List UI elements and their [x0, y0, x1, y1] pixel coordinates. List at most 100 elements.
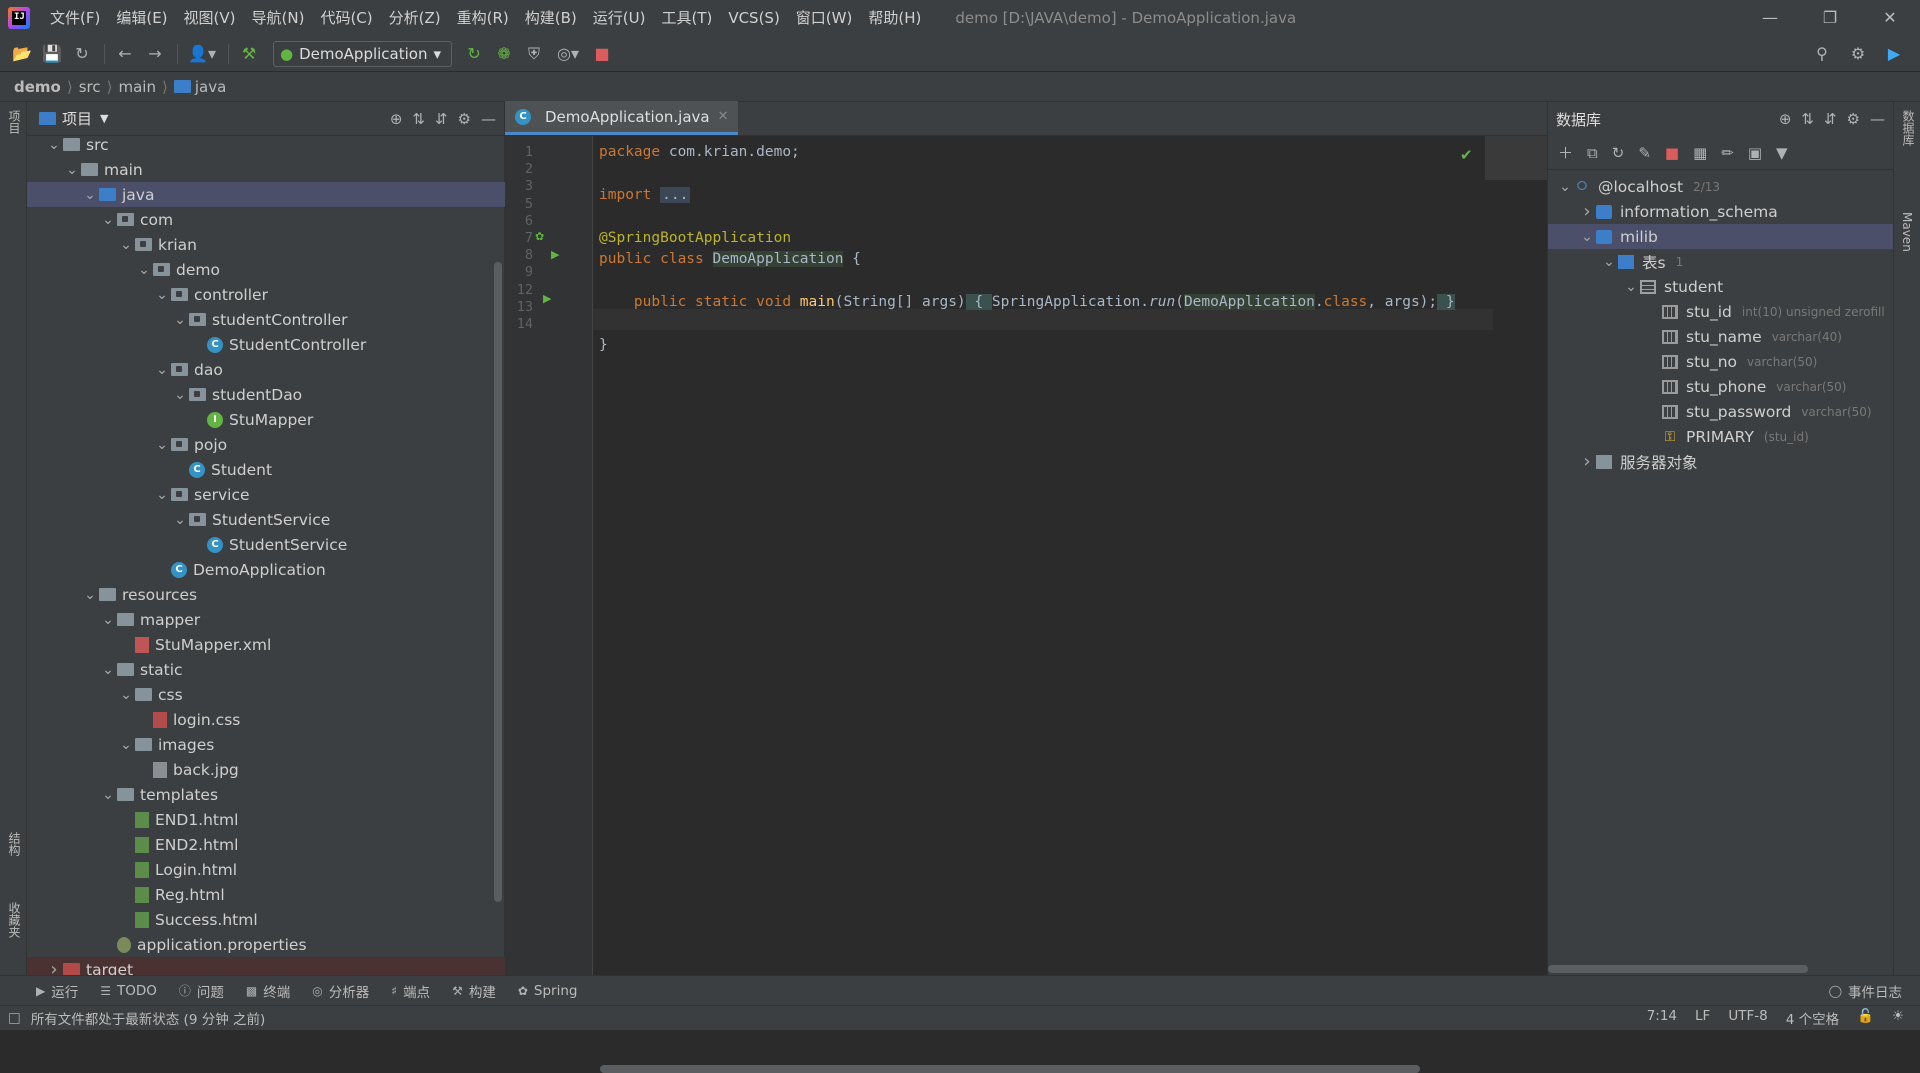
tree-node[interactable]: END2.html: [27, 832, 505, 857]
build-hammer-icon[interactable]: ⚒: [235, 40, 263, 68]
chevron-down-icon[interactable]: ⌄: [117, 687, 135, 703]
breadcrumb-item-src[interactable]: src: [79, 78, 101, 96]
chevron-down-icon[interactable]: ⌄: [1600, 254, 1618, 270]
profiler-icon[interactable]: ◎▾: [550, 40, 586, 68]
menu-item[interactable]: 导航(N): [244, 0, 313, 36]
favorites-tool-tab[interactable]: 收藏夹: [6, 902, 23, 938]
chevron-right-icon[interactable]: ›: [1578, 451, 1596, 472]
chevron-down-icon[interactable]: ▼: [100, 112, 108, 125]
tree-node[interactable]: ⌄ pojo: [27, 432, 505, 457]
chevron-down-icon[interactable]: ⌄: [63, 162, 81, 178]
settings-gear-icon[interactable]: ⚙: [1847, 110, 1860, 128]
tree-node[interactable]: ⌄ com: [27, 207, 505, 232]
chevron-down-icon[interactable]: ⌄: [171, 312, 189, 328]
spring-tool-tab[interactable]: ✿ Spring: [518, 983, 578, 999]
tree-node[interactable]: C StudentController: [27, 332, 505, 357]
menu-item[interactable]: 代码(C): [312, 0, 380, 36]
db-tree-node[interactable]: stu_no varchar(50): [1548, 349, 1893, 374]
code-minimap[interactable]: [1485, 136, 1547, 180]
chevron-down-icon[interactable]: ⌄: [153, 487, 171, 503]
close-button[interactable]: ✕: [1860, 0, 1920, 36]
edit-icon[interactable]: ✏: [1721, 144, 1734, 162]
tree-node[interactable]: ⌄ StudentService: [27, 507, 505, 532]
caret-position[interactable]: 7:14: [1647, 1008, 1677, 1028]
debug-bug-icon[interactable]: ❁: [490, 40, 518, 68]
tree-node[interactable]: ⌄ controller: [27, 282, 505, 307]
build-tool-tab[interactable]: ⚒ 构建: [452, 981, 496, 1001]
tree-node[interactable]: login.css: [27, 707, 505, 732]
tree-node[interactable]: ⌄ static: [27, 657, 505, 682]
tree-node[interactable]: C DemoApplication: [27, 557, 505, 582]
back-arrow-icon[interactable]: ←: [111, 40, 139, 68]
chevron-down-icon[interactable]: ⌄: [99, 787, 117, 803]
menu-item[interactable]: 运行(U): [585, 0, 654, 36]
vertical-scrollbar[interactable]: [494, 262, 502, 902]
tree-node[interactable]: back.jpg: [27, 757, 505, 782]
stop-icon[interactable]: ■: [1665, 144, 1679, 162]
maven-tool-tab[interactable]: Maven: [1900, 212, 1914, 252]
stop-icon[interactable]: ■: [588, 40, 616, 68]
db-tree-node[interactable]: › information_schema: [1548, 199, 1893, 224]
menu-item[interactable]: 文件(F): [42, 0, 108, 36]
horizontal-scrollbar[interactable]: [600, 1065, 1420, 1073]
chevron-down-icon[interactable]: ⌄: [117, 237, 135, 253]
chevron-down-icon[interactable]: ⌄: [81, 187, 99, 203]
menu-item[interactable]: 帮助(H): [860, 0, 929, 36]
toolbox-icon[interactable]: ▶: [1880, 40, 1908, 68]
menu-item[interactable]: 窗口(W): [788, 0, 861, 36]
tree-node[interactable]: ⌄ studentController: [27, 307, 505, 332]
breadcrumb-item-java[interactable]: java: [195, 78, 226, 96]
db-tree-node[interactable]: stu_name varchar(40): [1548, 324, 1893, 349]
chevron-down-icon[interactable]: ⌄: [1578, 229, 1596, 245]
breadcrumb-item-demo[interactable]: demo: [14, 78, 61, 96]
indent-setting[interactable]: 4 个空格: [1786, 1008, 1839, 1028]
collapse-all-icon[interactable]: ⇵: [1824, 110, 1837, 128]
tree-node[interactable]: ⌄ mapper: [27, 607, 505, 632]
db-tree-node[interactable]: ⌄ milib: [1548, 224, 1893, 249]
expand-all-icon[interactable]: ⇅: [412, 110, 425, 128]
db-tree-node[interactable]: stu_id int(10) unsigned zerofill: [1548, 299, 1893, 324]
open-folder-icon[interactable]: 📂: [8, 40, 36, 68]
sync-icon[interactable]: ↻: [68, 40, 96, 68]
menu-item[interactable]: 重构(R): [449, 0, 517, 36]
event-log-tool-tab[interactable]: ◯ 事件日志: [1829, 981, 1902, 1001]
tree-node[interactable]: ⌄ templates: [27, 782, 505, 807]
coverage-icon[interactable]: ⛨: [520, 40, 548, 68]
tree-node[interactable]: ⌄ images: [27, 732, 505, 757]
tree-node[interactable]: ⌄ service: [27, 482, 505, 507]
profiler-tool-tab[interactable]: ◎ 分析器: [312, 981, 369, 1001]
tree-node[interactable]: Reg.html: [27, 882, 505, 907]
locate-icon[interactable]: ⊕: [390, 110, 403, 128]
no-problems-check-icon[interactable]: ✔: [1460, 146, 1473, 164]
hide-panel-icon[interactable]: —: [1870, 110, 1885, 128]
rerun-icon[interactable]: ↻: [460, 40, 488, 68]
chevron-down-icon[interactable]: ⌄: [171, 387, 189, 403]
chevron-down-icon[interactable]: ⌄: [135, 262, 153, 278]
expand-all-icon[interactable]: ⇅: [1801, 110, 1814, 128]
user-icon[interactable]: 👤▾: [184, 40, 220, 68]
tree-node[interactable]: ⌄ css: [27, 682, 505, 707]
structure-tool-tab[interactable]: 结构: [6, 832, 23, 856]
todo-tool-tab[interactable]: ☰ TODO: [100, 983, 157, 999]
tree-node[interactable]: C Student: [27, 457, 505, 482]
tree-node[interactable]: ⌄ studentDao: [27, 382, 505, 407]
chevron-down-icon[interactable]: ⌄: [99, 662, 117, 678]
hide-panel-icon[interactable]: —: [481, 110, 496, 128]
tree-node[interactable]: ⌄ java: [27, 182, 505, 207]
tree-node[interactable]: ⌄ dao: [27, 357, 505, 382]
refresh-icon[interactable]: ↻: [1612, 144, 1625, 162]
chevron-right-icon[interactable]: ›: [1578, 201, 1596, 222]
chevron-down-icon[interactable]: ⌄: [81, 587, 99, 603]
run-tool-tab[interactable]: ▶ 运行: [36, 981, 78, 1001]
line-separator[interactable]: LF: [1695, 1008, 1710, 1028]
query-console-icon[interactable]: ▣: [1748, 144, 1762, 162]
file-encoding[interactable]: UTF-8: [1728, 1008, 1767, 1028]
problems-tool-tab[interactable]: ⓘ 问题: [179, 981, 224, 1001]
tree-node[interactable]: Login.html: [27, 857, 505, 882]
tree-node[interactable]: END1.html: [27, 807, 505, 832]
db-tree-node[interactable]: ⌄ 表s 1: [1548, 249, 1893, 274]
menu-item[interactable]: 编辑(E): [108, 0, 175, 36]
endpoints-tool-tab[interactable]: ♯ 端点: [391, 981, 430, 1001]
edit-schema-icon[interactable]: ✎: [1638, 144, 1651, 162]
run-gutter-icon[interactable]: ▶: [551, 248, 559, 261]
